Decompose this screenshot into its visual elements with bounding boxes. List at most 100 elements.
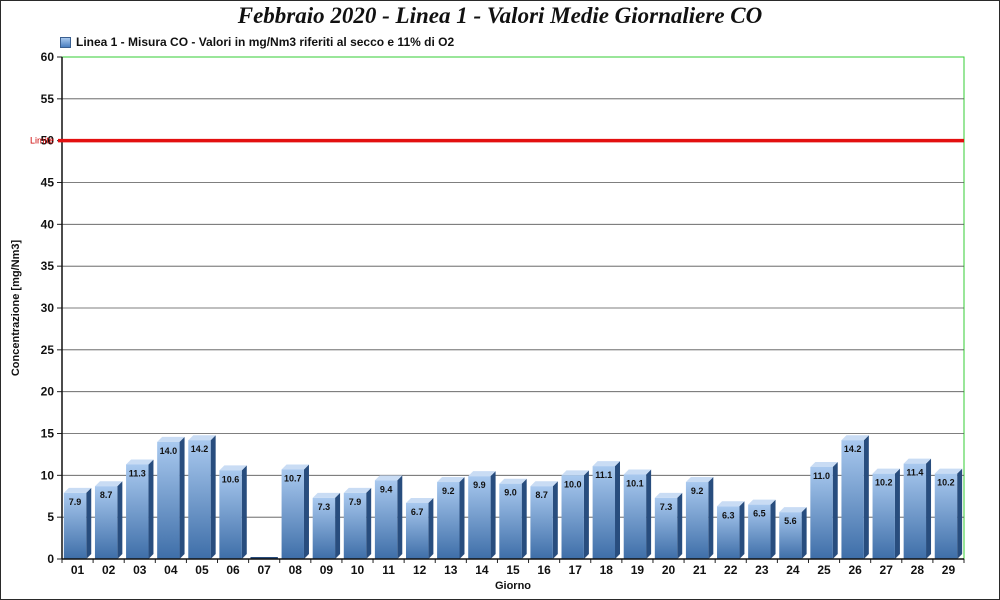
bar-side: [148, 459, 154, 559]
bar-value-label: 9.4: [380, 484, 393, 494]
y-tick-label: 55: [41, 92, 55, 106]
y-tick-label: 25: [41, 343, 55, 357]
bar-side: [615, 461, 621, 559]
bar-side: [117, 481, 123, 559]
bar-side: [86, 487, 92, 559]
x-tick-label: 29: [942, 563, 956, 577]
y-tick-label: 0: [47, 552, 54, 566]
y-tick-label: 30: [41, 301, 55, 315]
bar: [903, 463, 927, 559]
y-tick-label: 5: [47, 510, 54, 524]
x-tick-label: 01: [71, 563, 85, 577]
bar-value-label: 6.7: [411, 507, 424, 517]
bar-value-label: 10.2: [875, 478, 893, 488]
x-tick-label: 06: [226, 563, 240, 577]
bar-side: [303, 464, 309, 559]
bar-value-label: 10.2: [937, 478, 955, 488]
bar-value-label: 7.3: [660, 502, 673, 512]
bar: [157, 441, 180, 559]
y-tick-label: 20: [41, 385, 55, 399]
y-tick-label: 35: [41, 259, 55, 273]
x-tick-label: 24: [786, 563, 800, 577]
bar-side: [335, 492, 341, 559]
bar-value-label: 11.4: [906, 468, 923, 478]
y-tick-label: 60: [41, 50, 55, 64]
bar-side: [801, 507, 807, 559]
bar-side: [863, 435, 869, 559]
bar-side: [926, 458, 932, 559]
bar-side: [397, 475, 403, 559]
x-tick-label: 04: [164, 563, 178, 577]
x-tick-label: 12: [413, 563, 427, 577]
x-tick-label: 09: [320, 563, 334, 577]
bar-side: [770, 499, 776, 559]
bar: [188, 440, 211, 559]
bar-value-label: 14.0: [160, 446, 178, 456]
bar-value-label: 8.7: [535, 490, 548, 500]
x-tick-label: 05: [195, 563, 209, 577]
x-tick-label: 19: [631, 563, 645, 577]
bar-side: [241, 465, 247, 559]
y-tick-label: 40: [41, 217, 55, 231]
bar-value-label: 5.6: [784, 516, 797, 526]
bar-side: [179, 436, 185, 559]
bar-value-label: 10.6: [222, 474, 240, 484]
x-tick-label: 22: [724, 563, 738, 577]
x-tick-label: 10: [351, 563, 365, 577]
x-tick-label: 20: [662, 563, 676, 577]
bar-value-label: 6.5: [753, 509, 766, 519]
x-tick-label: 17: [569, 563, 583, 577]
bar-value-label: 10.1: [626, 478, 644, 488]
y-tick-label: 15: [41, 427, 55, 441]
bar-side: [428, 497, 434, 559]
bar: [841, 440, 864, 559]
x-tick-label: 08: [289, 563, 303, 577]
bar-value-label: 9.2: [442, 486, 455, 496]
x-tick-label: 07: [257, 563, 271, 577]
y-axis-title: Concentrazione [mg/Nm3]: [10, 240, 22, 377]
bar-side: [677, 492, 683, 559]
x-tick-label: 16: [537, 563, 551, 577]
bar-value-label: 9.9: [473, 480, 486, 490]
bar-value-label: 7.9: [69, 497, 82, 507]
limit-label: Limite: [30, 136, 54, 146]
bar-value-label: 11.3: [129, 468, 146, 478]
bar-value-label: 10.7: [284, 473, 302, 483]
bar-chart: 7.9 8.7 11.3 14.0 14.2 10.6 10.7 7.3 7.9 9.4 6.7 9.…: [10, 50, 965, 592]
x-tick-label: 23: [755, 563, 769, 577]
bar-side: [583, 470, 589, 559]
bar-value-label: 11.1: [595, 470, 612, 480]
bar-side: [957, 468, 963, 559]
x-tick-label: 11: [382, 563, 395, 577]
bar-value-label: 7.3: [318, 502, 331, 512]
bar-side: [708, 477, 714, 559]
bar-value-label: 14.2: [191, 444, 209, 454]
y-tick-label: 45: [41, 176, 55, 190]
x-tick-label: 18: [600, 563, 614, 577]
bar-value-label: 9.0: [504, 488, 517, 498]
bar-value-label: 9.2: [691, 486, 704, 496]
bar-side: [739, 501, 745, 559]
x-tick-label: 13: [444, 563, 458, 577]
bar-value-label: 7.9: [349, 497, 362, 507]
x-tick-label: 28: [911, 563, 925, 577]
x-tick-label: 14: [475, 563, 489, 577]
bar-value-label: 11.0: [813, 471, 830, 481]
y-tick-label: 10: [41, 468, 55, 482]
bar-value-label: 14.2: [844, 444, 862, 454]
bar-side: [521, 478, 527, 559]
bar-value-label: 6.3: [722, 510, 735, 520]
x-tick-label: 02: [102, 563, 116, 577]
bar-side: [552, 481, 558, 559]
bar-side: [894, 468, 900, 559]
x-tick-label: 15: [506, 563, 520, 577]
x-tick-label: 03: [133, 563, 147, 577]
x-tick-label: 25: [817, 563, 831, 577]
bar-side: [646, 469, 652, 559]
bar-side: [490, 471, 496, 559]
bar-side: [366, 487, 372, 559]
x-tick-label: 21: [693, 563, 707, 577]
bar-side: [210, 435, 216, 559]
bar-value-label: 8.7: [100, 490, 113, 500]
x-axis-title: Giorno: [495, 580, 531, 592]
